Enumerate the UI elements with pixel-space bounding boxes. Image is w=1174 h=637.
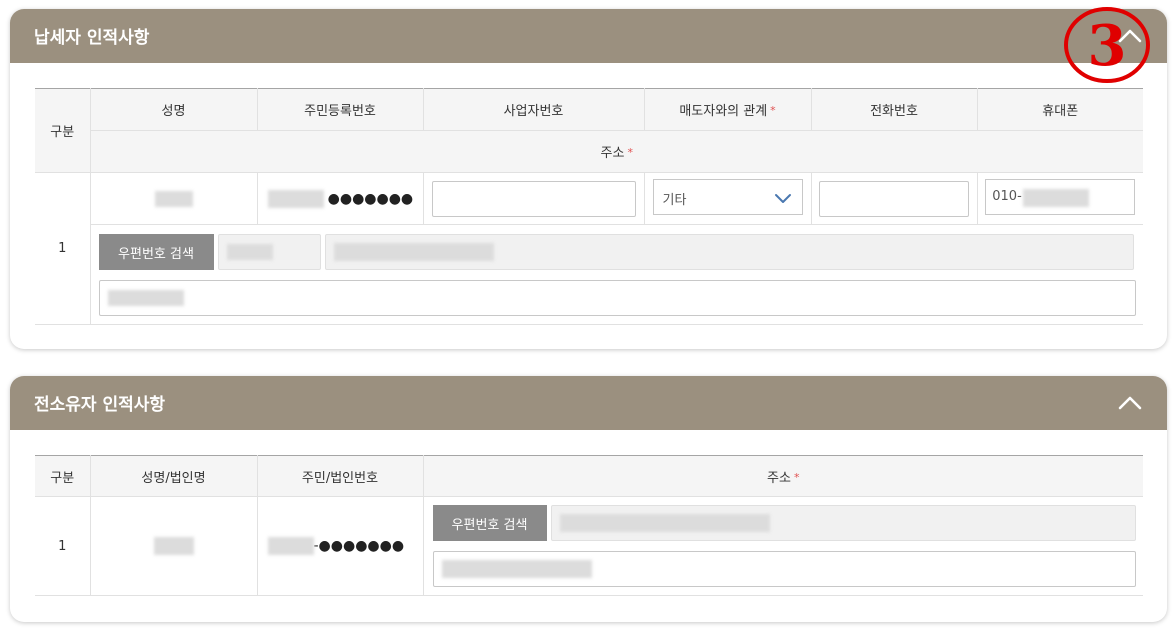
- rrn-masked-digits: ●●●●●●●: [327, 190, 414, 207]
- chevron-up-icon[interactable]: [1117, 390, 1143, 416]
- header-mobile: 휴대폰: [976, 88, 1143, 131]
- mobile-cell: 010-: [976, 172, 1143, 225]
- header-gubun: 구분: [35, 88, 91, 173]
- masked-zipcode: [226, 244, 273, 260]
- header-relation-label: 매도자와의 관계: [679, 104, 768, 119]
- id-masked-digits: -●●●●●●●: [313, 538, 405, 554]
- name-cell: [89, 496, 258, 596]
- header-address: 주소 *: [89, 130, 1143, 173]
- masked-id-front: [267, 537, 314, 555]
- previous-owner-table: 구분 성명/법인명 주민/법인번호 주소 * 1 -●●●●●●● 우편번호 검색: [35, 455, 1143, 596]
- row-index: 1: [35, 496, 91, 596]
- header-gubun: 구분: [35, 455, 91, 497]
- address-cell: 우편번호 검색: [89, 224, 1143, 325]
- id-cell: -●●●●●●●: [256, 496, 424, 596]
- tel-cell: [810, 172, 978, 225]
- required-mark: *: [627, 146, 633, 159]
- masked-address: [559, 514, 770, 532]
- masked-address: [333, 243, 494, 261]
- header-rrn: 주민등록번호: [256, 88, 424, 131]
- chevron-down-icon: [774, 191, 792, 205]
- header-id: 주민/법인번호: [256, 455, 424, 497]
- required-mark: *: [793, 470, 800, 484]
- mobile-prefix: 010-: [992, 188, 1022, 204]
- header-name: 성명: [89, 88, 258, 131]
- masked-address-detail: [107, 290, 184, 306]
- header-address-label: 주소: [600, 146, 625, 161]
- mobile-input[interactable]: 010-: [985, 178, 1136, 215]
- panel-title: 납세자 인적사항: [34, 28, 150, 48]
- relation-select[interactable]: 기타: [652, 178, 803, 215]
- address-cell: 우편번호 검색: [422, 496, 1143, 596]
- row-index: 1: [35, 172, 91, 325]
- taxpayer-table: 구분 성명 주민등록번호 사업자번호 매도자와의 관계 * 전화번호 휴대폰 주소…: [35, 88, 1143, 325]
- zip-search-button[interactable]: 우편번호 검색: [432, 505, 547, 541]
- address-field[interactable]: [550, 505, 1136, 541]
- panel-title: 전소유자 인적사항: [34, 395, 166, 415]
- bizno-cell: [422, 172, 645, 225]
- zip-search-button[interactable]: 우편번호 검색: [98, 234, 214, 270]
- bizno-input[interactable]: [431, 180, 636, 217]
- panel-header[interactable]: 전소유자 인적사항: [10, 376, 1167, 430]
- taxpayer-info-panel: 납세자 인적사항 구분 성명 주민등록번호 사업자번호 매도자와의 관계 * 전화…: [10, 9, 1167, 349]
- name-cell: [89, 172, 258, 225]
- masked-address-detail: [441, 560, 592, 578]
- masked-mobile: [1023, 188, 1090, 207]
- header-bizno: 사업자번호: [422, 88, 645, 131]
- header-tel: 전화번호: [810, 88, 978, 131]
- relation-selected-value: 기타: [662, 192, 687, 208]
- header-address-label: 주소: [767, 470, 791, 486]
- required-mark: *: [770, 104, 776, 117]
- tel-input[interactable]: [819, 180, 969, 217]
- address-detail-field[interactable]: [98, 280, 1136, 316]
- address-field[interactable]: [324, 234, 1134, 270]
- masked-name: [153, 537, 194, 555]
- header-name: 성명/법인명: [89, 455, 258, 497]
- header-address: 주소 *: [422, 455, 1143, 497]
- step-marker-number: 3: [1088, 13, 1127, 79]
- header-relation: 매도자와의 관계 *: [643, 88, 812, 131]
- address-detail-field[interactable]: [432, 551, 1136, 587]
- previous-owner-panel: 전소유자 인적사항 구분 성명/법인명 주민/법인번호 주소 * 1 -●●●●●…: [10, 376, 1167, 622]
- rrn-cell: ●●●●●●●: [256, 172, 424, 225]
- zipcode-field[interactable]: [217, 234, 321, 270]
- masked-rrn-front: [267, 189, 324, 208]
- masked-name: [154, 190, 193, 207]
- step-marker: 3 ③: [1062, 5, 1152, 85]
- panel-header[interactable]: 납세자 인적사항: [10, 9, 1167, 63]
- relation-cell: 기타: [643, 172, 812, 225]
